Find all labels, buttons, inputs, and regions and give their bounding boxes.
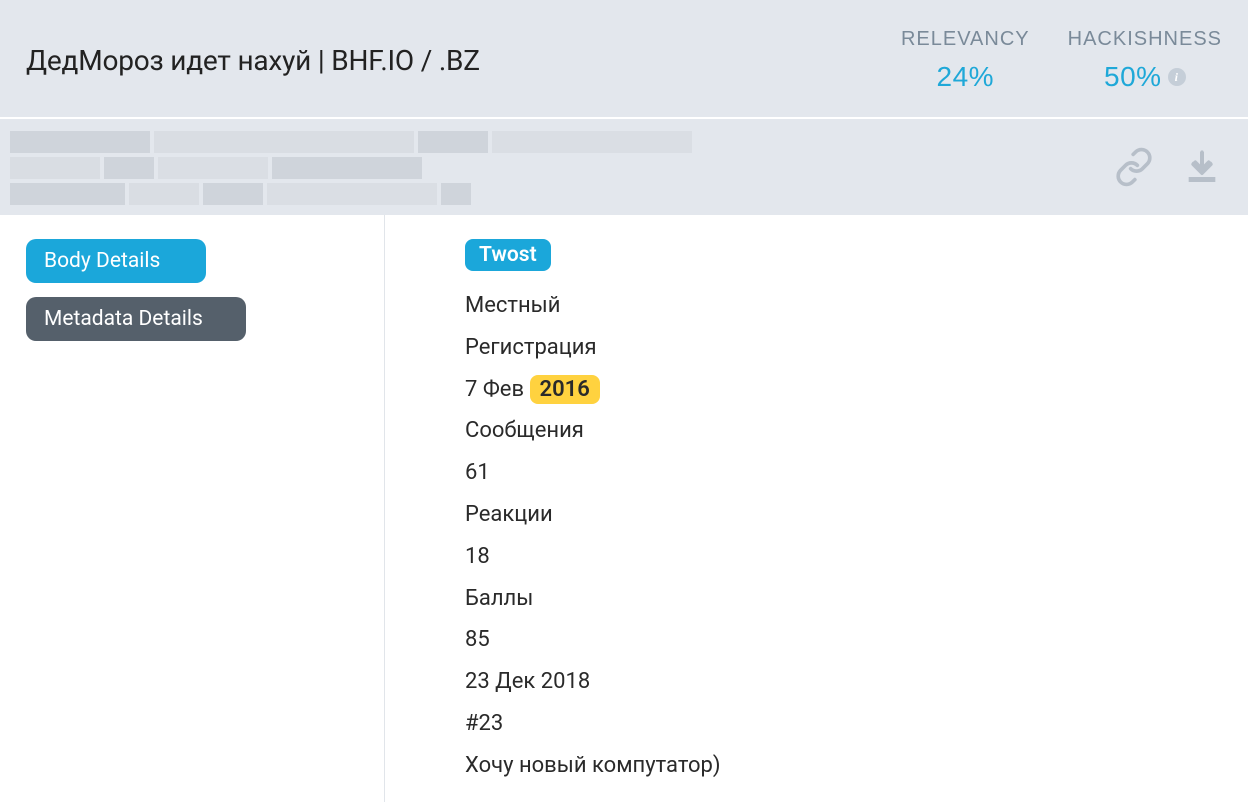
content-line: Местный xyxy=(465,285,1222,327)
content-panel: Twost Местный Регистрация 7 Фев 2016 Соо… xyxy=(385,215,1248,802)
author-badge: Twost xyxy=(465,239,551,271)
content-line: Хочу новый компутатор) xyxy=(465,745,1222,787)
link-icon[interactable] xyxy=(1114,147,1154,187)
metric-relevancy: RELEVANCY 24% xyxy=(901,28,1030,93)
metrics-group: RELEVANCY 24% HACKISHNESS 50% i xyxy=(901,28,1222,93)
redacted-region xyxy=(10,131,710,203)
metric-hackishness-label: HACKISHNESS xyxy=(1068,28,1222,51)
content-line: Сообщения xyxy=(465,410,1222,452)
content-line: Реакции xyxy=(465,494,1222,536)
content-line: 61 xyxy=(465,452,1222,494)
sub-header-bar xyxy=(0,119,1248,215)
download-icon[interactable] xyxy=(1182,147,1222,187)
info-icon[interactable]: i xyxy=(1168,68,1186,86)
body-area: Body Details Metadata Details Twost Мест… xyxy=(0,215,1248,802)
metric-hackishness-value: 50% i xyxy=(1104,61,1186,93)
reg-date-prefix: 7 Фев xyxy=(465,377,530,402)
sidebar: Body Details Metadata Details xyxy=(0,215,385,802)
content-line: Регистрация xyxy=(465,327,1222,369)
content-line: Баллы xyxy=(465,578,1222,620)
content-line: #23 xyxy=(465,703,1222,745)
tab-metadata-details[interactable]: Metadata Details xyxy=(26,297,246,341)
metric-relevancy-label: RELEVANCY xyxy=(901,28,1030,51)
header-bar: ДедМороз идет нахуй | BHF.IO / .BZ RELEV… xyxy=(0,0,1248,119)
reg-year-highlight: 2016 xyxy=(530,375,600,404)
metric-hackishness-number: 50% xyxy=(1104,61,1162,93)
content-line: 85 xyxy=(465,619,1222,661)
tab-body-details[interactable]: Body Details xyxy=(26,239,206,283)
metric-relevancy-value: 24% xyxy=(937,61,995,93)
registration-date-line: 7 Фев 2016 xyxy=(465,369,1222,411)
content-line: 18 xyxy=(465,536,1222,578)
content-line: 23 Дек 2018 xyxy=(465,661,1222,703)
page-title: ДедМороз идет нахуй | BHF.IO / .BZ xyxy=(26,44,901,77)
action-icons xyxy=(1114,147,1222,187)
metric-hackishness: HACKISHNESS 50% i xyxy=(1068,28,1222,93)
